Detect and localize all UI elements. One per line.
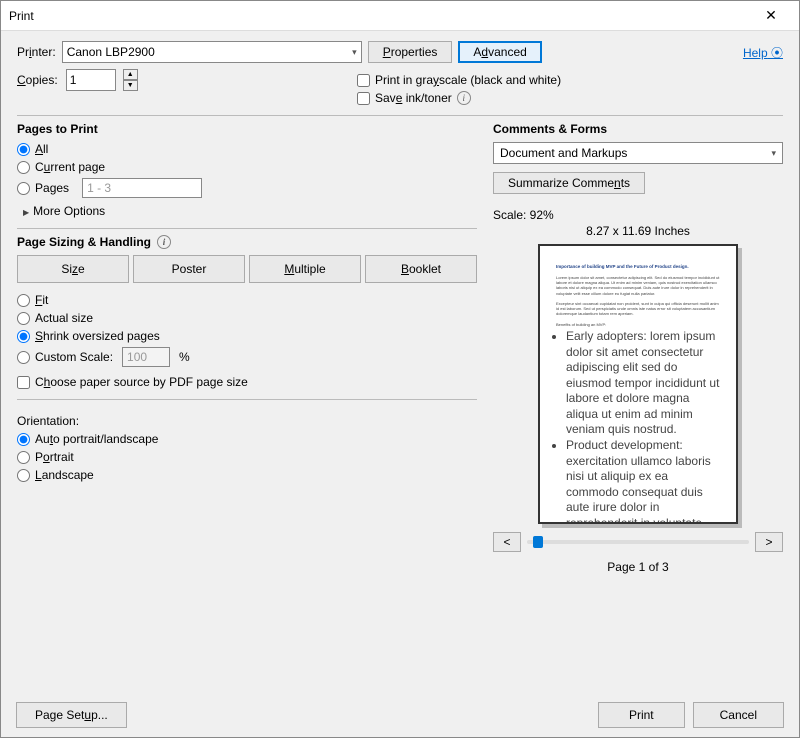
comments-forms-select[interactable]: Document and Markups ▾ bbox=[493, 142, 783, 164]
page-slider[interactable] bbox=[527, 540, 749, 544]
orientation-title: Orientation: bbox=[17, 414, 477, 428]
more-options-toggle[interactable]: More Options bbox=[23, 204, 477, 218]
copies-input[interactable]: 1 bbox=[66, 69, 116, 91]
preview-dimensions: 8.27 x 11.69 Inches bbox=[493, 224, 783, 238]
scale-label: Scale: 92% bbox=[493, 208, 783, 222]
page-indicator: Page 1 of 3 bbox=[493, 560, 783, 574]
next-page-button[interactable]: > bbox=[755, 532, 783, 552]
pages-label: Pages bbox=[35, 181, 69, 195]
landscape-label: Landscape bbox=[35, 468, 94, 482]
auto-orient-radio[interactable] bbox=[17, 433, 30, 446]
auto-orient-label: Auto portrait/landscape bbox=[35, 432, 158, 446]
chevron-down-icon: ▾ bbox=[352, 47, 357, 58]
properties-button[interactable]: Properties bbox=[368, 41, 453, 63]
pct-label: % bbox=[179, 350, 190, 364]
cancel-button[interactable]: Cancel bbox=[693, 702, 784, 728]
size-button[interactable]: Size bbox=[17, 255, 129, 283]
cf-select-value: Document and Markups bbox=[500, 146, 627, 160]
fit-radio[interactable] bbox=[17, 294, 30, 307]
custom-scale-radio[interactable] bbox=[17, 351, 30, 364]
save-ink-label: Save ink/toner bbox=[375, 91, 452, 105]
portrait-label: Portrait bbox=[35, 450, 74, 464]
pages-radio[interactable] bbox=[17, 182, 30, 195]
printer-label: Printer: bbox=[17, 45, 56, 59]
multiple-button[interactable]: Multiple bbox=[249, 255, 361, 283]
copies-spinner[interactable]: ▲▼ bbox=[123, 69, 138, 91]
choose-source-checkbox[interactable] bbox=[17, 376, 30, 389]
window-title: Print bbox=[9, 9, 751, 23]
close-icon[interactable]: ✕ bbox=[751, 7, 791, 24]
current-label: Current page bbox=[35, 160, 105, 174]
info-icon: i bbox=[457, 91, 471, 105]
grayscale-label: Print in grayscale (black and white) bbox=[375, 73, 561, 87]
actual-radio[interactable] bbox=[17, 312, 30, 325]
comments-forms-title: Comments & Forms bbox=[493, 122, 783, 136]
pages-range-input[interactable]: 1 - 3 bbox=[82, 178, 202, 198]
custom-scale-label: Custom Scale: bbox=[35, 350, 113, 364]
save-ink-checkbox[interactable] bbox=[357, 92, 370, 105]
printer-select[interactable]: Canon LBP2900 ▾ bbox=[62, 41, 362, 63]
copies-label: Copies: bbox=[17, 73, 58, 87]
fit-label: Fit bbox=[35, 293, 48, 307]
shrink-label: Shrink oversized pages bbox=[35, 329, 160, 343]
page-preview: Importance of building MVP and the Futur… bbox=[538, 244, 738, 524]
page-setup-button[interactable]: Page Setup... bbox=[16, 702, 127, 728]
print-button[interactable]: Print bbox=[598, 702, 685, 728]
sizing-title: Page Sizing & Handlingi bbox=[17, 235, 477, 249]
summarize-comments-button[interactable]: Summarize Comments bbox=[493, 172, 645, 194]
printer-value: Canon LBP2900 bbox=[67, 45, 155, 59]
chevron-down-icon: ▾ bbox=[771, 148, 776, 159]
all-label: All bbox=[35, 142, 48, 156]
all-radio[interactable] bbox=[17, 143, 30, 156]
poster-button[interactable]: Poster bbox=[133, 255, 245, 283]
landscape-radio[interactable] bbox=[17, 469, 30, 482]
grayscale-checkbox[interactable] bbox=[357, 74, 370, 87]
slider-thumb[interactable] bbox=[533, 536, 543, 548]
booklet-button[interactable]: Booklet bbox=[365, 255, 477, 283]
advanced-button[interactable]: Advanced bbox=[458, 41, 541, 63]
pages-to-print-title: Pages to Print bbox=[17, 122, 477, 136]
info-icon: i bbox=[157, 235, 171, 249]
help-link[interactable]: Help ⦿ bbox=[743, 44, 783, 61]
actual-label: Actual size bbox=[35, 311, 93, 325]
current-radio[interactable] bbox=[17, 161, 30, 174]
choose-source-label: Choose paper source by PDF page size bbox=[35, 375, 248, 389]
prev-page-button[interactable]: < bbox=[493, 532, 521, 552]
shrink-radio[interactable] bbox=[17, 330, 30, 343]
custom-scale-input[interactable]: 100 bbox=[122, 347, 170, 367]
portrait-radio[interactable] bbox=[17, 451, 30, 464]
